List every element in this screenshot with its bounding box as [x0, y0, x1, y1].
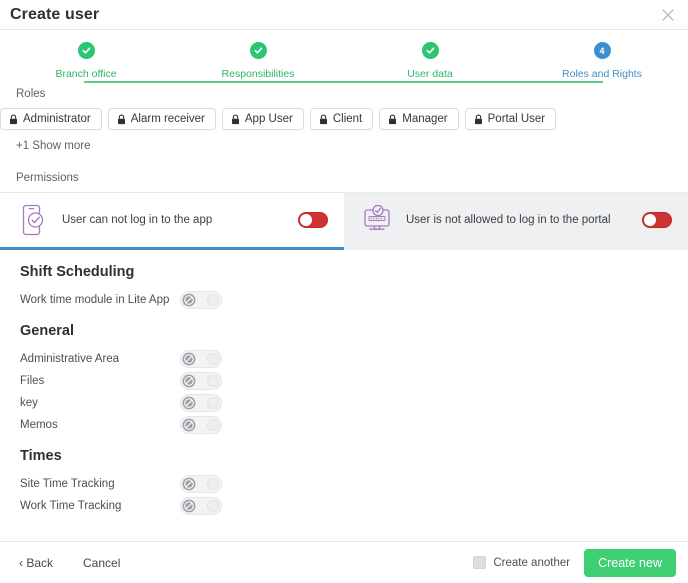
permission-row: Site Time Tracking: [20, 473, 688, 495]
close-icon[interactable]: [658, 5, 678, 25]
create-another-label: Create another: [493, 556, 571, 569]
toggle-knob: [207, 419, 219, 431]
group-title-times: Times: [20, 448, 62, 464]
permission-row-label: Work Time Tracking: [20, 500, 122, 512]
blocked-icon: [182, 418, 196, 432]
lock-icon: [388, 113, 397, 125]
dialog-footer: ‹ Back Cancel Create another Create new: [0, 541, 688, 583]
permissions-section-label: Permissions: [16, 172, 79, 184]
toggle-knob: [300, 214, 312, 226]
step-number-badge: 4: [593, 42, 611, 59]
check-icon: [249, 42, 267, 59]
toggle-knob: [207, 397, 219, 409]
monitor-check-icon: [362, 205, 392, 235]
toggle-portal-login[interactable]: [642, 212, 672, 228]
create-user-dialog: Create user Branch office Responsibiliti…: [0, 0, 688, 583]
stepper-step-branch-office[interactable]: Branch office: [0, 42, 172, 80]
role-chip-label: Manager: [402, 113, 448, 125]
stepper-steps: Branch office Responsibilities User data: [0, 42, 688, 80]
toggle-knob: [207, 500, 219, 512]
lock-icon: [231, 113, 240, 125]
toggle-knob: [207, 353, 219, 365]
role-chip-label: App User: [244, 113, 293, 125]
role-chip-administrator[interactable]: Administrator: [0, 108, 102, 130]
toggle-knob: [644, 214, 656, 226]
toggle-site-time-tracking[interactable]: [180, 475, 222, 493]
tab-app-permissions[interactable]: User can not log in to the app: [0, 193, 344, 250]
toggle-files[interactable]: [180, 372, 222, 390]
toggle-work-time-tracking[interactable]: [180, 497, 222, 515]
cancel-button[interactable]: Cancel: [70, 548, 134, 577]
create-new-button[interactable]: Create new: [584, 548, 676, 577]
permission-row-label: Files: [20, 375, 45, 387]
permission-row: Work Time Tracking: [20, 495, 688, 517]
roles-chip-list: Administrator Alarm receiver App User Cl…: [0, 108, 688, 130]
blocked-icon: [182, 396, 196, 410]
group-title-general: General: [20, 323, 74, 339]
role-chip-label: Administrator: [23, 113, 91, 125]
blocked-icon: [182, 352, 196, 366]
lock-icon: [319, 113, 328, 125]
toggle-administrative-area[interactable]: [180, 350, 222, 368]
stepper-step-label: Roles and Rights: [562, 68, 642, 80]
role-chip-app-user[interactable]: App User: [221, 108, 304, 130]
role-chip-label: Portal User: [487, 113, 546, 125]
role-chip-label: Alarm receiver: [130, 113, 205, 125]
permission-row: key: [20, 392, 688, 414]
lock-icon: [9, 113, 18, 125]
create-another-checkbox[interactable]: [473, 556, 487, 569]
stepper-step-responsibilities[interactable]: Responsibilities: [172, 42, 344, 80]
role-chip-client[interactable]: Client: [309, 108, 374, 130]
permissions-list: Shift Scheduling Work time module in Lit…: [0, 250, 688, 541]
role-chip-alarm-receiver[interactable]: Alarm receiver: [107, 108, 216, 130]
blocked-icon: [182, 374, 196, 388]
blocked-icon: [182, 499, 196, 513]
toggle-knob: [207, 478, 219, 490]
permission-row-label: Memos: [20, 419, 58, 431]
permission-row-label: Administrative Area: [20, 353, 120, 365]
blocked-icon: [182, 477, 196, 491]
lock-icon: [117, 113, 126, 125]
create-another-checkbox-group[interactable]: Create another: [473, 556, 570, 569]
permission-row: Administrative Area: [20, 348, 688, 370]
roles-show-more-link[interactable]: +1 Show more: [0, 140, 688, 152]
toggle-key[interactable]: [180, 394, 222, 412]
toggle-app-login[interactable]: [298, 212, 328, 228]
stepper-step-label: User data: [407, 68, 453, 80]
toggle-knob: [207, 375, 219, 387]
wizard-stepper: Branch office Responsibilities User data: [0, 30, 688, 85]
stepper-track: [84, 81, 603, 83]
stepper-step-user-data[interactable]: User data: [344, 42, 516, 80]
check-icon: [77, 42, 95, 59]
stepper-step-label: Branch office: [55, 68, 117, 80]
permissions-tab-bar: User can not log in to the app User is n…: [0, 192, 688, 250]
permission-row-label: Work time module in Lite App: [20, 294, 170, 306]
mobile-check-icon: [18, 204, 48, 236]
back-button[interactable]: ‹ Back: [10, 548, 67, 577]
tab-app-permissions-text: User can not log in to the app: [62, 214, 213, 226]
blocked-icon: [182, 293, 196, 307]
permission-row-label: Site Time Tracking: [20, 478, 115, 490]
check-icon: [421, 42, 439, 59]
toggle-knob: [207, 294, 219, 306]
page-title: Create user: [10, 5, 100, 23]
tab-portal-permissions[interactable]: User is not allowed to log in to the por…: [344, 193, 688, 250]
role-chip-portal-user[interactable]: Portal User: [464, 108, 557, 130]
permission-row-label: key: [20, 397, 38, 409]
dialog-header: Create user: [0, 0, 688, 30]
stepper-step-label: Responsibilities: [221, 68, 295, 80]
tab-portal-permissions-text: User is not allowed to log in to the por…: [406, 214, 611, 226]
role-chip-manager[interactable]: Manager: [379, 108, 459, 130]
lock-icon: [474, 113, 483, 125]
roles-section-label: Roles: [16, 88, 46, 100]
toggle-memos[interactable]: [180, 416, 222, 434]
group-title-shift-scheduling: Shift Scheduling: [20, 264, 135, 280]
stepper-step-roles-and-rights[interactable]: 4 Roles and Rights: [516, 42, 688, 80]
role-chip-label: Client: [332, 113, 363, 125]
permission-row: Memos: [20, 414, 688, 436]
permission-row: Work time module in Lite App: [20, 289, 688, 311]
permission-row: Files: [20, 370, 688, 392]
toggle-work-time-module-lite-app[interactable]: [180, 291, 222, 309]
